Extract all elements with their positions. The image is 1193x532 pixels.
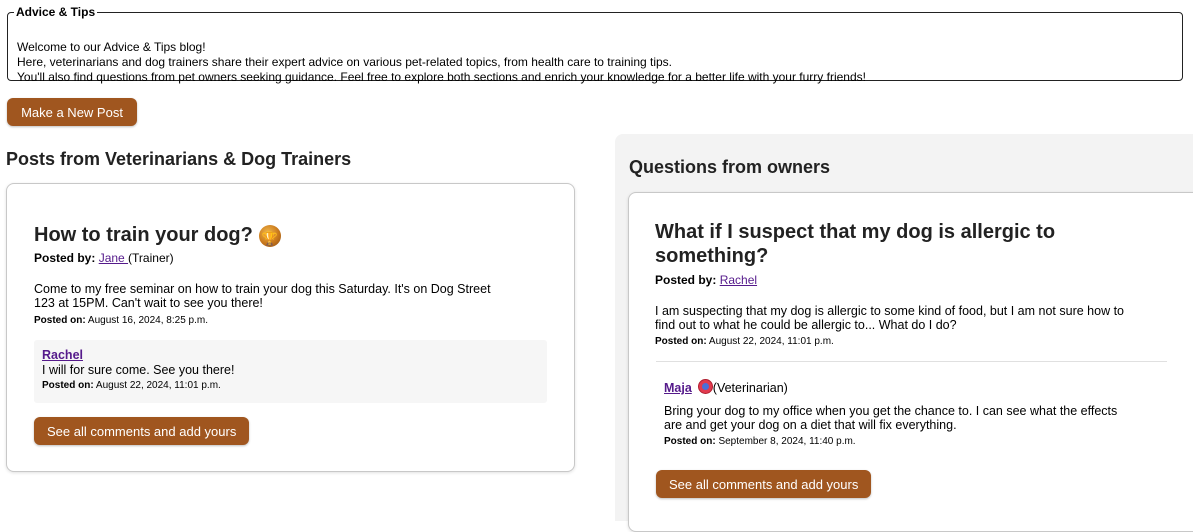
comment-text: Bring your dog to my office when you get… — [664, 404, 1117, 432]
see-all-comments-button[interactable]: See all comments and add yours — [34, 417, 250, 445]
post-body-line: 123 at 15PM. Can't wait to see you there… — [34, 296, 263, 310]
posted-on-label: Posted on: — [655, 336, 707, 347]
post-body: Come to my free seminar on how to train … — [34, 282, 491, 310]
post-body: I am suspecting that my dog is allergic … — [655, 304, 1124, 332]
intro-line: Here, veterinarians and dog trainers sha… — [17, 55, 673, 69]
posted-by: Posted by: Rachel — [655, 273, 757, 287]
post-body-line: Come to my free seminar on how to train … — [34, 282, 491, 296]
veterinarian-badge-icon — [697, 379, 713, 394]
comment-date: Posted on: September 8, 2024, 11:40 p.m. — [664, 436, 856, 447]
post-date: Posted on: August 22, 2024, 11:01 p.m. — [655, 336, 834, 347]
comment-text-line: Bring your dog to my office when you get… — [664, 404, 1118, 418]
post-body-line: I am suspecting that my dog is allergic … — [655, 304, 1124, 318]
post-title: What if I suspect that my dog is allergi… — [655, 220, 1055, 268]
posted-on-value: August 16, 2024, 8:25 p.m. — [87, 315, 208, 326]
posted-on-label: Posted on: — [34, 315, 86, 326]
comment: Rachel I will for sure come. See you the… — [34, 340, 547, 403]
post-title-line: something? — [655, 245, 769, 267]
see-all-comments-button[interactable]: See all comments and add yours — [656, 470, 872, 498]
post-title-line: What if I suspect that my dog is allergi… — [655, 221, 1056, 243]
comment-author-link[interactable]: Maja — [664, 381, 692, 395]
posted-by: Posted by: Jane (Trainer) — [34, 251, 174, 265]
posted-on-value: August 22, 2024, 11:01 p.m. — [95, 380, 221, 391]
comment-text-line: are and get your dog on a diet that will… — [664, 418, 957, 432]
question-card: What if I suspect that my dog is allergi… — [628, 192, 1193, 532]
section-heading-professionals: Posts from Veterinarians & Dog Trainers — [6, 149, 352, 169]
author-link[interactable]: Rachel — [720, 273, 757, 287]
intro-legend: Advice & Tips — [16, 5, 96, 19]
intro-box: Advice & Tips Welcome to our Advice & Ti… — [7, 5, 1183, 84]
posted-on-label: Posted on: — [42, 380, 94, 391]
make-new-post-button[interactable]: Make a New Post — [7, 98, 137, 126]
post-body-line: find out to what he could be allergic to… — [655, 318, 957, 332]
post-date: Posted on: August 16, 2024, 8:25 p.m. — [34, 315, 208, 326]
posted-on-label: Posted on: — [664, 436, 716, 447]
author-link[interactable]: Jane — [99, 251, 128, 265]
comment-author-link[interactable]: Rachel — [42, 348, 83, 362]
author-role: (Trainer) — [128, 251, 174, 265]
comment-date: Posted on: August 22, 2024, 11:01 p.m. — [42, 380, 221, 391]
intro-line: Welcome to our Advice & Tips blog! — [17, 40, 206, 54]
posted-on-value: August 22, 2024, 11:01 p.m. — [708, 336, 834, 347]
post-card: How to train your dog? 🏆 Posted by: Jane … — [6, 183, 575, 472]
comment-author-role: (Veterinarian) — [712, 381, 788, 395]
section-heading-questions: Questions from owners — [629, 157, 831, 177]
comment-text: I will for sure come. See you there! — [42, 363, 235, 377]
post-title-text: How to train your dog? — [34, 224, 253, 246]
intro-line: You'll also find questions from pet owne… — [17, 70, 866, 84]
comment-header: Maja (Veterinarian) — [664, 379, 788, 395]
trophy-icon: 🏆 — [258, 225, 281, 247]
post-title: How to train your dog? 🏆 — [34, 223, 281, 247]
posted-by-label: Posted by: — [655, 273, 717, 287]
posted-on-value: September 8, 2024, 11:40 p.m. — [718, 436, 856, 447]
divider — [656, 361, 1167, 362]
posted-by-label: Posted by: — [34, 251, 96, 265]
